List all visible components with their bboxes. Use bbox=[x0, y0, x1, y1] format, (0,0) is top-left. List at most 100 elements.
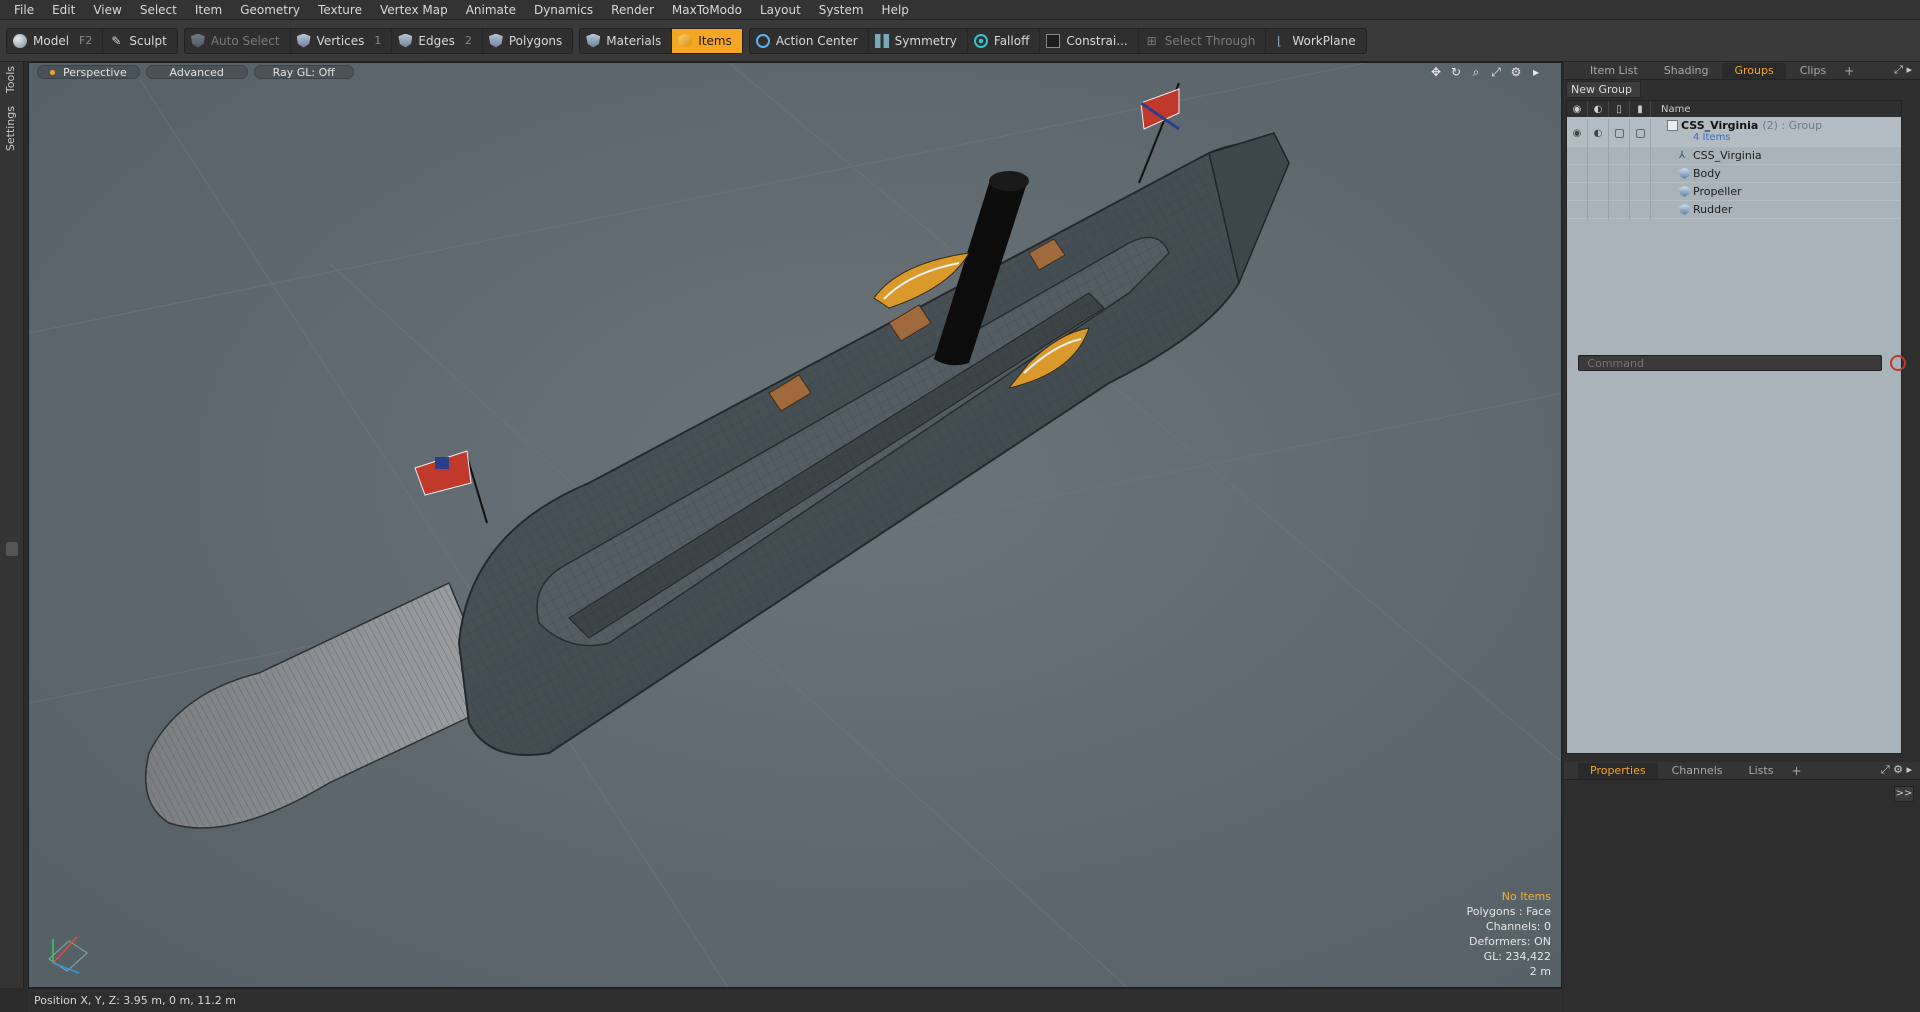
items-label: Items bbox=[698, 33, 732, 48]
expand-button[interactable]: >> bbox=[1894, 786, 1914, 802]
auto-select-label: Auto Select bbox=[210, 33, 280, 48]
zoom-icon[interactable]: ⌕ bbox=[1469, 65, 1483, 79]
tab-groups[interactable]: Groups bbox=[1722, 62, 1786, 79]
auto-select-button[interactable]: Auto Select bbox=[185, 28, 291, 53]
select-through-icon: ⊞ bbox=[1146, 33, 1157, 48]
symmetry-button[interactable]: Symmetry bbox=[869, 28, 968, 53]
tab-settings[interactable]: Settings bbox=[4, 106, 17, 151]
pan-icon[interactable]: ✥ bbox=[1429, 65, 1443, 79]
action-center-button[interactable]: Action Center bbox=[750, 28, 869, 53]
group-row[interactable]: ◉ ◐ CSS_Virginia (2) : Group 4 Items bbox=[1567, 117, 1901, 147]
vertices-hotkey: 1 bbox=[374, 34, 382, 47]
properties-body: >> bbox=[1564, 780, 1920, 810]
name-column-header[interactable]: Name bbox=[1651, 104, 1691, 115]
menu-geometry[interactable]: Geometry bbox=[232, 3, 310, 17]
properties-area: Properties Channels Lists + ⤢ ⚙ ▸ >> bbox=[1564, 762, 1920, 1012]
render-col-icon[interactable]: ◐ bbox=[1588, 101, 1609, 117]
item-label: Rudder bbox=[1693, 203, 1733, 216]
viewport-info-overlay: No Items Polygons : Face Channels: 0 Def… bbox=[1466, 889, 1551, 979]
groups-toolbar: New Group bbox=[1564, 80, 1920, 98]
select-checkbox[interactable] bbox=[1635, 128, 1645, 138]
menu-maxtomodo[interactable]: MaxToModo bbox=[664, 3, 752, 17]
sculpt-button[interactable]: ✎ Sculpt bbox=[103, 29, 176, 53]
model-button[interactable]: Model F2 bbox=[7, 28, 104, 53]
polygons-button[interactable]: Polygons bbox=[483, 29, 572, 53]
tab-lists[interactable]: Lists bbox=[1737, 763, 1786, 779]
list-item[interactable]: Body bbox=[1567, 164, 1901, 183]
falloff-label: Falloff bbox=[993, 33, 1030, 48]
menu-view[interactable]: View bbox=[85, 3, 131, 17]
select-col-icon[interactable]: ▮ bbox=[1630, 101, 1651, 117]
list-item[interactable]: Rudder bbox=[1567, 200, 1901, 219]
command-bar: › bbox=[1564, 352, 1920, 374]
menu-select[interactable]: Select bbox=[132, 3, 187, 17]
menu-edit[interactable]: Edit bbox=[44, 3, 85, 17]
lock-checkbox[interactable] bbox=[1614, 128, 1624, 138]
tab-properties[interactable]: Properties bbox=[1578, 762, 1658, 779]
falloff-icon bbox=[973, 33, 988, 48]
sphere-icon bbox=[13, 33, 27, 48]
arrow-right-icon[interactable]: ▸ bbox=[1529, 65, 1543, 79]
add-tab-icon[interactable]: + bbox=[1844, 64, 1854, 78]
list-item[interactable]: ⅄ CSS_Virginia bbox=[1567, 146, 1901, 165]
view-type-dropdown[interactable]: Perspective bbox=[37, 65, 140, 79]
properties-options-icon[interactable]: ⤢ ⚙ ▸ bbox=[1881, 763, 1912, 777]
items-button[interactable]: Items bbox=[672, 28, 742, 53]
polygons-icon bbox=[488, 33, 503, 48]
mesh-icon bbox=[1679, 168, 1690, 179]
polygons-label: Polygons bbox=[508, 33, 563, 48]
model-label: Model bbox=[33, 33, 70, 48]
add-tab-icon[interactable]: + bbox=[1791, 764, 1801, 778]
maximize-icon[interactable]: ⤢ bbox=[1489, 65, 1503, 79]
materials-button[interactable]: Materials bbox=[580, 28, 673, 53]
tab-channels[interactable]: Channels bbox=[1660, 763, 1735, 779]
shading-dropdown[interactable]: Advanced bbox=[145, 65, 248, 79]
item-label: Body bbox=[1693, 167, 1721, 180]
lock-col-icon[interactable]: ▯ bbox=[1609, 101, 1630, 117]
edges-button[interactable]: Edges 2 bbox=[392, 28, 483, 53]
vertices-label: Vertices bbox=[316, 33, 365, 48]
visibility-col-icon[interactable]: ◉ bbox=[1567, 101, 1588, 117]
main-toolbar: Model F2 ✎ Sculpt Auto Select Vertices 1… bbox=[0, 20, 1920, 62]
tab-clips[interactable]: Clips bbox=[1788, 63, 1839, 79]
command-input[interactable] bbox=[1578, 355, 1883, 371]
deformers-info: Deformers: ON bbox=[1469, 935, 1551, 948]
menu-vertex-map[interactable]: Vertex Map bbox=[372, 3, 458, 17]
menu-file[interactable]: File bbox=[6, 3, 44, 17]
rotate-icon[interactable]: ↻ bbox=[1449, 65, 1463, 79]
gear-icon[interactable]: ⚙ bbox=[1509, 65, 1523, 79]
list-item[interactable]: Propeller bbox=[1567, 182, 1901, 201]
raygl-toggle[interactable]: Ray GL: Off bbox=[253, 65, 354, 79]
menu-render[interactable]: Render bbox=[603, 3, 664, 17]
constraints-button[interactable]: Constrai... bbox=[1040, 28, 1139, 53]
menu-texture[interactable]: Texture bbox=[310, 3, 372, 17]
3d-viewport[interactable]: Perspective Advanced Ray GL: Off ✥ ↻ ⌕ ⤢… bbox=[28, 62, 1562, 988]
menu-help[interactable]: Help bbox=[874, 3, 919, 17]
tab-tools[interactable]: Tools bbox=[4, 66, 17, 93]
viewport-nav-tools: ✥ ↻ ⌕ ⤢ ⚙ ▸ bbox=[1429, 65, 1543, 79]
locator-icon: ⅄ bbox=[1679, 150, 1686, 161]
sculpt-label: Sculpt bbox=[129, 33, 167, 48]
vertices-button[interactable]: Vertices 1 bbox=[291, 28, 393, 53]
mesh-icon bbox=[1679, 204, 1690, 215]
tab-shading[interactable]: Shading bbox=[1652, 63, 1721, 79]
falloff-button[interactable]: Falloff bbox=[968, 28, 1041, 53]
new-group-button[interactable]: New Group bbox=[1566, 80, 1641, 98]
menu-layout[interactable]: Layout bbox=[752, 3, 811, 17]
stop-icon[interactable] bbox=[1890, 355, 1907, 371]
menu-item[interactable]: Item bbox=[187, 3, 232, 17]
render-icon[interactable]: ◐ bbox=[1594, 128, 1603, 139]
menu-system[interactable]: System bbox=[811, 3, 874, 17]
collapse-handle[interactable] bbox=[6, 542, 18, 556]
workplane-button[interactable]: ⌊ WorkPlane bbox=[1266, 29, 1365, 53]
select-through-button[interactable]: ⊞ Select Through bbox=[1139, 28, 1267, 53]
mesh-icon bbox=[1679, 186, 1690, 197]
maximize-panel-icon[interactable]: ⤢ ▸ bbox=[1894, 63, 1912, 77]
menu-dynamics[interactable]: Dynamics bbox=[526, 3, 603, 17]
edges-label: Edges bbox=[418, 33, 455, 48]
menu-animate[interactable]: Animate bbox=[458, 3, 526, 17]
groups-table: ◉ ◐ ▯ ▮ Name ◉ ◐ CSS_Virginia (2) : Grou… bbox=[1566, 100, 1902, 754]
position-readout: Position X, Y, Z: 3.95 m, 0 m, 11.2 m bbox=[34, 994, 236, 1007]
eye-icon[interactable]: ◉ bbox=[1573, 128, 1582, 139]
tab-item-list[interactable]: Item List bbox=[1578, 63, 1650, 79]
